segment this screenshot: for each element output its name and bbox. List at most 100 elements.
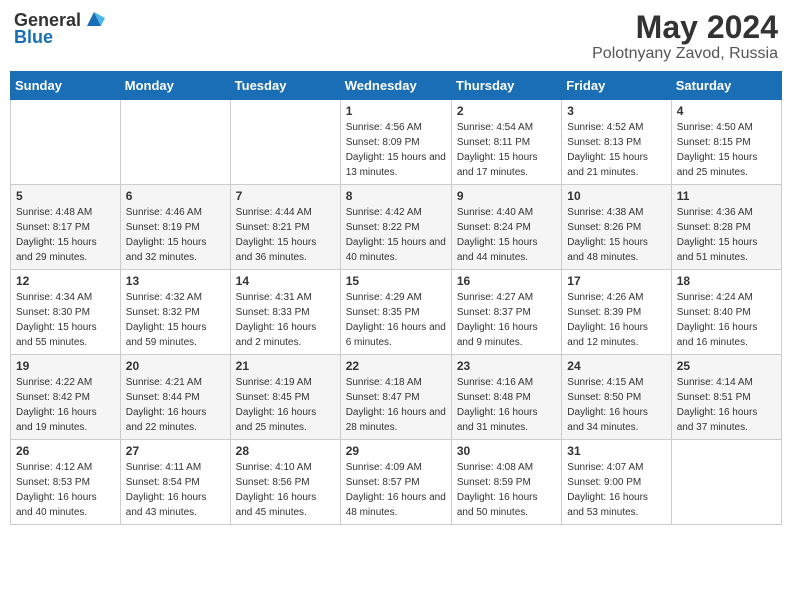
location-subtitle: Polotnyany Zavod, Russia bbox=[592, 45, 778, 63]
sunrise-text: Sunrise: 4:11 AM bbox=[126, 462, 201, 473]
sunset-text: Sunset: 8:28 PM bbox=[677, 222, 751, 233]
day-info: Sunrise: 4:11 AM Sunset: 8:54 PM Dayligh… bbox=[126, 460, 225, 520]
daylight-text: Daylight: 15 hours and 40 minutes. bbox=[346, 237, 446, 263]
sunset-text: Sunset: 8:40 PM bbox=[677, 307, 751, 318]
table-row: 19 Sunrise: 4:22 AM Sunset: 8:42 PM Dayl… bbox=[11, 355, 121, 440]
daylight-text: Daylight: 16 hours and 12 minutes. bbox=[567, 322, 648, 348]
table-row: 17 Sunrise: 4:26 AM Sunset: 8:39 PM Dayl… bbox=[562, 270, 671, 355]
day-number: 17 bbox=[567, 274, 665, 288]
table-row bbox=[11, 100, 121, 185]
sunrise-text: Sunrise: 4:09 AM bbox=[346, 462, 422, 473]
table-row: 11 Sunrise: 4:36 AM Sunset: 8:28 PM Dayl… bbox=[671, 185, 781, 270]
table-row: 10 Sunrise: 4:38 AM Sunset: 8:26 PM Dayl… bbox=[562, 185, 671, 270]
sunset-text: Sunset: 8:19 PM bbox=[126, 222, 200, 233]
day-info: Sunrise: 4:22 AM Sunset: 8:42 PM Dayligh… bbox=[16, 375, 115, 435]
logo-icon bbox=[83, 8, 105, 30]
sunrise-text: Sunrise: 4:44 AM bbox=[236, 207, 312, 218]
day-number: 12 bbox=[16, 274, 115, 288]
sunset-text: Sunset: 8:44 PM bbox=[126, 392, 200, 403]
sunset-text: Sunset: 8:48 PM bbox=[457, 392, 531, 403]
table-row: 12 Sunrise: 4:34 AM Sunset: 8:30 PM Dayl… bbox=[11, 270, 121, 355]
daylight-text: Daylight: 15 hours and 44 minutes. bbox=[457, 237, 538, 263]
sunset-text: Sunset: 8:53 PM bbox=[16, 477, 90, 488]
day-info: Sunrise: 4:18 AM Sunset: 8:47 PM Dayligh… bbox=[346, 375, 446, 435]
table-row: 2 Sunrise: 4:54 AM Sunset: 8:11 PM Dayli… bbox=[451, 100, 561, 185]
col-monday: Monday bbox=[120, 72, 230, 100]
sunset-text: Sunset: 8:24 PM bbox=[457, 222, 531, 233]
table-row: 9 Sunrise: 4:40 AM Sunset: 8:24 PM Dayli… bbox=[451, 185, 561, 270]
sunrise-text: Sunrise: 4:27 AM bbox=[457, 292, 533, 303]
sunset-text: Sunset: 8:09 PM bbox=[346, 137, 420, 148]
col-wednesday: Wednesday bbox=[340, 72, 451, 100]
sunset-text: Sunset: 8:35 PM bbox=[346, 307, 420, 318]
calendar-week-row: 19 Sunrise: 4:22 AM Sunset: 8:42 PM Dayl… bbox=[11, 355, 782, 440]
day-info: Sunrise: 4:14 AM Sunset: 8:51 PM Dayligh… bbox=[677, 375, 776, 435]
sunset-text: Sunset: 8:32 PM bbox=[126, 307, 200, 318]
calendar-week-row: 1 Sunrise: 4:56 AM Sunset: 8:09 PM Dayli… bbox=[11, 100, 782, 185]
sunrise-text: Sunrise: 4:10 AM bbox=[236, 462, 312, 473]
sunset-text: Sunset: 8:22 PM bbox=[346, 222, 420, 233]
calendar-table: Sunday Monday Tuesday Wednesday Thursday… bbox=[10, 71, 782, 525]
day-info: Sunrise: 4:56 AM Sunset: 8:09 PM Dayligh… bbox=[346, 120, 446, 180]
table-row: 13 Sunrise: 4:32 AM Sunset: 8:32 PM Dayl… bbox=[120, 270, 230, 355]
day-info: Sunrise: 4:26 AM Sunset: 8:39 PM Dayligh… bbox=[567, 290, 665, 350]
sunset-text: Sunset: 8:26 PM bbox=[567, 222, 641, 233]
sunset-text: Sunset: 8:54 PM bbox=[126, 477, 200, 488]
page-title: May 2024 bbox=[592, 10, 778, 45]
sunrise-text: Sunrise: 4:54 AM bbox=[457, 122, 533, 133]
daylight-text: Daylight: 16 hours and 25 minutes. bbox=[236, 407, 317, 433]
day-info: Sunrise: 4:34 AM Sunset: 8:30 PM Dayligh… bbox=[16, 290, 115, 350]
day-number: 29 bbox=[346, 444, 446, 458]
sunset-text: Sunset: 8:11 PM bbox=[457, 137, 530, 148]
col-friday: Friday bbox=[562, 72, 671, 100]
daylight-text: Daylight: 15 hours and 25 minutes. bbox=[677, 152, 758, 178]
day-info: Sunrise: 4:36 AM Sunset: 8:28 PM Dayligh… bbox=[677, 205, 776, 265]
table-row: 1 Sunrise: 4:56 AM Sunset: 8:09 PM Dayli… bbox=[340, 100, 451, 185]
day-number: 10 bbox=[567, 189, 665, 203]
day-info: Sunrise: 4:50 AM Sunset: 8:15 PM Dayligh… bbox=[677, 120, 776, 180]
calendar-week-row: 26 Sunrise: 4:12 AM Sunset: 8:53 PM Dayl… bbox=[11, 440, 782, 525]
table-row: 26 Sunrise: 4:12 AM Sunset: 8:53 PM Dayl… bbox=[11, 440, 121, 525]
sunrise-text: Sunrise: 4:24 AM bbox=[677, 292, 753, 303]
day-info: Sunrise: 4:10 AM Sunset: 8:56 PM Dayligh… bbox=[236, 460, 335, 520]
col-tuesday: Tuesday bbox=[230, 72, 340, 100]
day-info: Sunrise: 4:46 AM Sunset: 8:19 PM Dayligh… bbox=[126, 205, 225, 265]
sunrise-text: Sunrise: 4:18 AM bbox=[346, 377, 422, 388]
page-header: General Blue May 2024 Polotnyany Zavod, … bbox=[10, 10, 782, 63]
day-number: 28 bbox=[236, 444, 335, 458]
sunrise-text: Sunrise: 4:26 AM bbox=[567, 292, 643, 303]
sunset-text: Sunset: 8:17 PM bbox=[16, 222, 90, 233]
day-info: Sunrise: 4:52 AM Sunset: 8:13 PM Dayligh… bbox=[567, 120, 665, 180]
day-info: Sunrise: 4:15 AM Sunset: 8:50 PM Dayligh… bbox=[567, 375, 665, 435]
daylight-text: Daylight: 16 hours and 22 minutes. bbox=[126, 407, 207, 433]
table-row: 21 Sunrise: 4:19 AM Sunset: 8:45 PM Dayl… bbox=[230, 355, 340, 440]
day-info: Sunrise: 4:54 AM Sunset: 8:11 PM Dayligh… bbox=[457, 120, 556, 180]
table-row: 25 Sunrise: 4:14 AM Sunset: 8:51 PM Dayl… bbox=[671, 355, 781, 440]
sunrise-text: Sunrise: 4:32 AM bbox=[126, 292, 202, 303]
day-info: Sunrise: 4:29 AM Sunset: 8:35 PM Dayligh… bbox=[346, 290, 446, 350]
table-row bbox=[671, 440, 781, 525]
daylight-text: Daylight: 15 hours and 29 minutes. bbox=[16, 237, 97, 263]
daylight-text: Daylight: 16 hours and 6 minutes. bbox=[346, 322, 446, 348]
sunset-text: Sunset: 8:15 PM bbox=[677, 137, 751, 148]
day-info: Sunrise: 4:27 AM Sunset: 8:37 PM Dayligh… bbox=[457, 290, 556, 350]
sunrise-text: Sunrise: 4:50 AM bbox=[677, 122, 753, 133]
table-row: 20 Sunrise: 4:21 AM Sunset: 8:44 PM Dayl… bbox=[120, 355, 230, 440]
daylight-text: Daylight: 16 hours and 28 minutes. bbox=[346, 407, 446, 433]
daylight-text: Daylight: 16 hours and 48 minutes. bbox=[346, 492, 446, 518]
day-info: Sunrise: 4:40 AM Sunset: 8:24 PM Dayligh… bbox=[457, 205, 556, 265]
sunset-text: Sunset: 9:00 PM bbox=[567, 477, 641, 488]
day-number: 21 bbox=[236, 359, 335, 373]
day-info: Sunrise: 4:08 AM Sunset: 8:59 PM Dayligh… bbox=[457, 460, 556, 520]
day-number: 20 bbox=[126, 359, 225, 373]
daylight-text: Daylight: 15 hours and 36 minutes. bbox=[236, 237, 317, 263]
daylight-text: Daylight: 15 hours and 32 minutes. bbox=[126, 237, 207, 263]
daylight-text: Daylight: 16 hours and 45 minutes. bbox=[236, 492, 317, 518]
table-row: 28 Sunrise: 4:10 AM Sunset: 8:56 PM Dayl… bbox=[230, 440, 340, 525]
sunset-text: Sunset: 8:47 PM bbox=[346, 392, 420, 403]
day-info: Sunrise: 4:32 AM Sunset: 8:32 PM Dayligh… bbox=[126, 290, 225, 350]
table-row: 15 Sunrise: 4:29 AM Sunset: 8:35 PM Dayl… bbox=[340, 270, 451, 355]
sunrise-text: Sunrise: 4:52 AM bbox=[567, 122, 643, 133]
table-row: 30 Sunrise: 4:08 AM Sunset: 8:59 PM Dayl… bbox=[451, 440, 561, 525]
day-number: 15 bbox=[346, 274, 446, 288]
